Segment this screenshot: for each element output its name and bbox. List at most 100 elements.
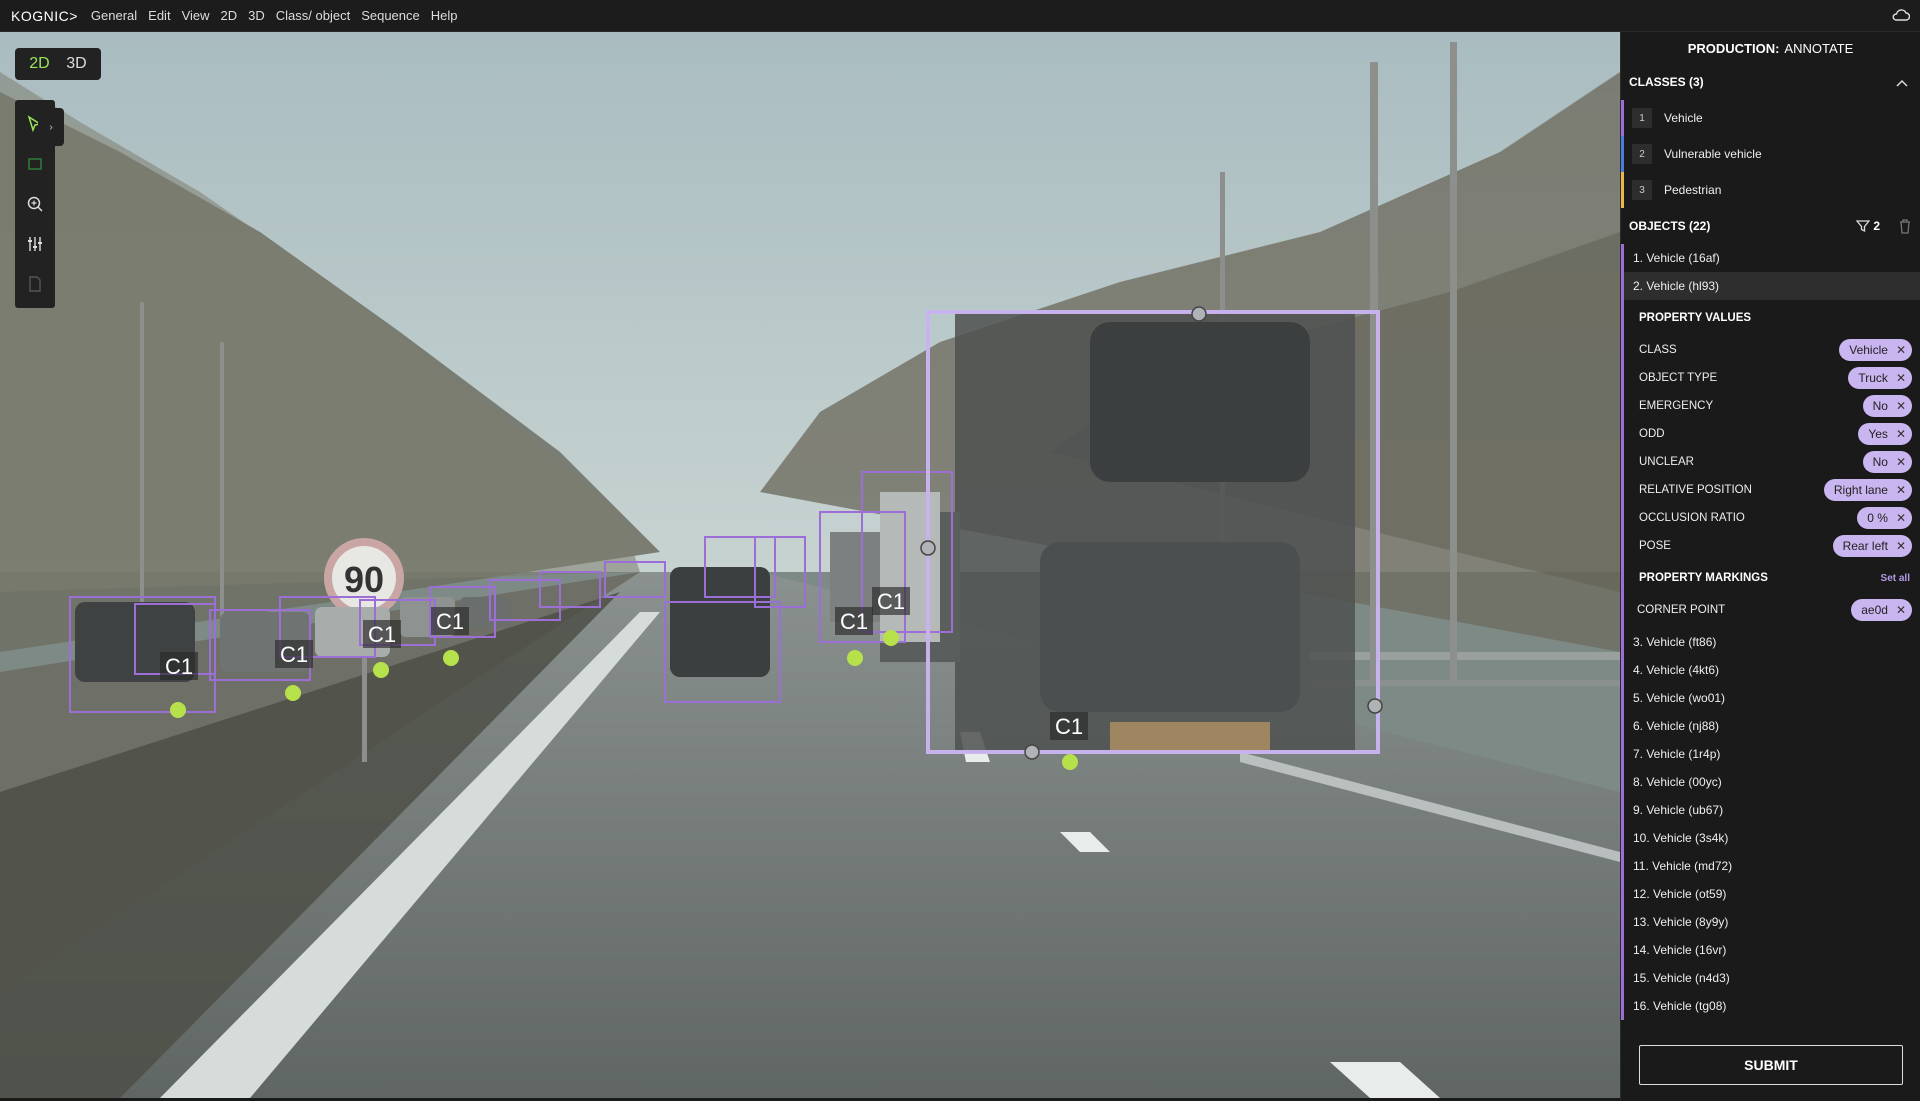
classes-title: CLASSES (3) <box>1629 75 1704 89</box>
menu-general[interactable]: General <box>90 8 138 23</box>
remove-x-icon[interactable]: ✕ <box>1896 371 1906 385</box>
object-item[interactable]: 15. Vehicle (n4d3) <box>1621 964 1920 992</box>
property-name: ODD <box>1639 428 1665 440</box>
submit-button[interactable]: SUBMIT <box>1639 1045 1903 1085</box>
menu-edit[interactable]: Edit <box>147 8 171 23</box>
class-item-vehicle[interactable]: 1 Vehicle <box>1621 100 1920 136</box>
filter-button[interactable]: 2 <box>1856 219 1880 233</box>
set-all-link[interactable]: Set all <box>1881 573 1910 584</box>
object-item[interactable]: 9. Vehicle (ub67) <box>1621 796 1920 824</box>
remove-x-icon[interactable]: ✕ <box>1896 483 1906 497</box>
property-name: CLASS <box>1639 344 1677 356</box>
corner-point-value: ae0d <box>1861 603 1888 617</box>
menu-sequence[interactable]: Sequence <box>360 8 421 23</box>
menu-help[interactable]: Help <box>430 8 459 23</box>
box-label: C1 <box>368 622 396 647</box>
object-item[interactable]: 16. Vehicle (tg08) <box>1621 992 1920 1020</box>
object-item[interactable]: 4. Vehicle (4kt6) <box>1621 656 1920 684</box>
classes-section-title[interactable]: CLASSES (3) <box>1621 64 1920 100</box>
cloud-icon[interactable] <box>1892 8 1911 27</box>
property-values-label: PROPERTY VALUES <box>1639 312 1752 324</box>
tool-expand-chevron-icon[interactable]: › <box>38 108 64 146</box>
property-chip[interactable]: 0 % ✕ <box>1857 507 1912 529</box>
property-chip[interactable]: Rear left ✕ <box>1832 535 1912 557</box>
objects-title: OBJECTS (22) <box>1629 219 1711 233</box>
menu-view[interactable]: View <box>181 8 211 23</box>
class-label: Vulnerable vehicle <box>1664 147 1762 161</box>
property-row: OBJECT TYPE Truck ✕ <box>1624 364 1920 392</box>
property-name: EMERGENCY <box>1639 400 1714 412</box>
filter-icon <box>1856 220 1871 233</box>
property-row: OCCLUSION RATIO 0 % ✕ <box>1624 504 1920 532</box>
property-row: UNCLEAR No ✕ <box>1624 448 1920 476</box>
property-chip[interactable]: Vehicle ✕ <box>1839 339 1912 361</box>
trash-icon[interactable] <box>1898 218 1912 237</box>
road-scene-image: 90 C1 C1 C1 C1 C1 C1 C1 <box>0 32 1620 1098</box>
chevron-up-icon[interactable] <box>1896 76 1908 90</box>
corner-point-label: CORNER POINT <box>1637 604 1726 616</box>
objects-section-title: OBJECTS (22) 2 <box>1621 208 1920 244</box>
corner-point-chip[interactable]: ae0d ✕ <box>1851 599 1912 621</box>
remove-x-icon[interactable]: ✕ <box>1896 399 1906 413</box>
object-item[interactable]: 13. Vehicle (8y9y) <box>1621 908 1920 936</box>
property-value: No <box>1872 399 1888 413</box>
property-value: Yes <box>1868 427 1888 441</box>
filter-count: 2 <box>1873 219 1880 233</box>
object-item[interactable]: 12. Vehicle (ot59) <box>1621 880 1920 908</box>
speed-sign-text: 90 <box>344 559 384 600</box>
annotation-canvas[interactable]: 90 C1 C1 C1 C1 C1 C1 C1 2D 3D › <box>0 32 1620 1098</box>
object-item[interactable]: 1. Vehicle (16af) <box>1621 244 1920 272</box>
object-item[interactable]: 10. Vehicle (3s4k) <box>1621 824 1920 852</box>
class-item-pedestrian[interactable]: 3 Pedestrian <box>1621 172 1920 208</box>
remove-x-icon[interactable]: ✕ <box>1896 603 1906 617</box>
remove-x-icon[interactable]: ✕ <box>1896 539 1906 553</box>
sliders-settings-icon[interactable] <box>15 224 55 264</box>
property-markings-label: PROPERTY MARKINGS <box>1639 572 1768 584</box>
remove-x-icon[interactable]: ✕ <box>1896 455 1906 469</box>
object-item[interactable]: 11. Vehicle (md72) <box>1621 852 1920 880</box>
document-icon[interactable] <box>15 264 55 304</box>
right-sidebar: PRODUCTION: ANNOTATE CLASSES (3) 1 Vehic… <box>1620 32 1920 1101</box>
property-value: Vehicle <box>1849 343 1888 357</box>
property-chip[interactable]: Yes ✕ <box>1858 423 1912 445</box>
menu-class-object[interactable]: Class/ object <box>275 8 351 23</box>
object-item-selected[interactable]: 2. Vehicle (hl93) <box>1621 272 1920 300</box>
class-label: Pedestrian <box>1664 183 1722 197</box>
property-name: RELATIVE POSITION <box>1639 484 1752 496</box>
property-name: POSE <box>1639 540 1671 552</box>
menu-3d[interactable]: 3D <box>247 8 266 23</box>
object-item[interactable]: 3. Vehicle (ft86) <box>1621 628 1920 656</box>
view-dimension-toggle: 2D 3D <box>15 48 101 80</box>
object-item[interactable]: 8. Vehicle (00yc) <box>1621 768 1920 796</box>
object-item[interactable]: 5. Vehicle (wo01) <box>1621 684 1920 712</box>
box-tool-icon[interactable] <box>15 144 55 184</box>
box-label: C1 <box>1055 714 1083 739</box>
object-item[interactable]: 14. Vehicle (16vr) <box>1621 936 1920 964</box>
remove-x-icon[interactable]: ✕ <box>1896 511 1906 525</box>
property-chip[interactable]: No ✕ <box>1862 395 1912 417</box>
property-values-title: PROPERTY VALUES <box>1624 300 1920 336</box>
property-chip[interactable]: No ✕ <box>1862 451 1912 473</box>
box-label: C1 <box>877 589 905 614</box>
header-task: ANNOTATE <box>1784 40 1854 56</box>
toggle-3d[interactable]: 3D <box>66 55 86 73</box>
property-name: OBJECT TYPE <box>1639 372 1718 384</box>
property-value: 0 % <box>1867 511 1888 525</box>
property-markings-title: PROPERTY MARKINGS Set all <box>1624 560 1920 596</box>
property-chip[interactable]: Right lane ✕ <box>1823 479 1912 501</box>
remove-x-icon[interactable]: ✕ <box>1896 427 1906 441</box>
toggle-2d[interactable]: 2D <box>29 55 49 73</box>
panel-header: PRODUCTION: ANNOTATE <box>1621 32 1920 64</box>
property-chip[interactable]: Truck ✕ <box>1848 367 1912 389</box>
menu-2d[interactable]: 2D <box>220 8 239 23</box>
property-row: POSE Rear left ✕ <box>1624 532 1920 560</box>
class-item-vulnerable-vehicle[interactable]: 2 Vulnerable vehicle <box>1621 136 1920 172</box>
object-item[interactable]: 6. Vehicle (nj88) <box>1621 712 1920 740</box>
class-label: Vehicle <box>1664 111 1703 125</box>
box-label: C1 <box>280 642 308 667</box>
property-row: RELATIVE POSITION Right lane ✕ <box>1624 476 1920 504</box>
class-number: 2 <box>1632 144 1652 164</box>
object-item[interactable]: 7. Vehicle (1r4p) <box>1621 740 1920 768</box>
remove-x-icon[interactable]: ✕ <box>1896 343 1906 357</box>
zoom-search-icon[interactable] <box>15 184 55 224</box>
